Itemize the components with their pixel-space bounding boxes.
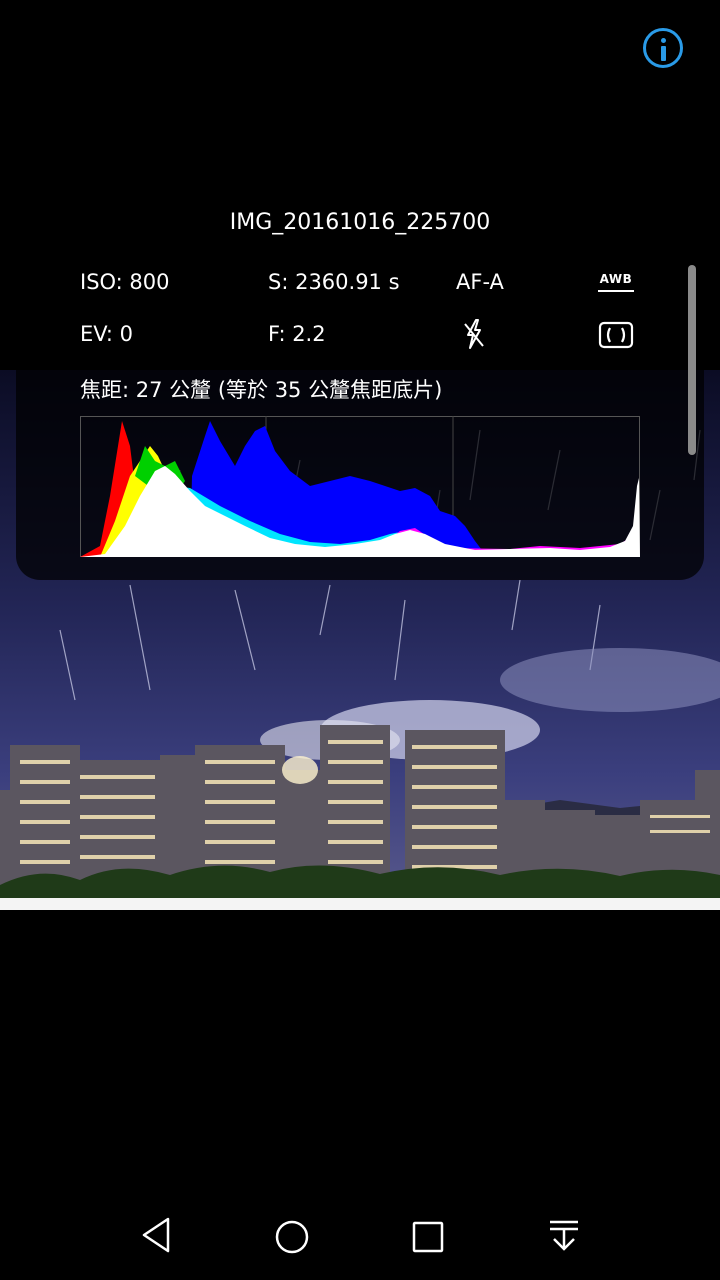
metering-icon xyxy=(598,321,634,349)
scrollbar[interactable] xyxy=(688,265,696,455)
aperture-value: F: 2.2 xyxy=(268,322,326,346)
home-button[interactable] xyxy=(272,1215,312,1259)
back-button[interactable] xyxy=(138,1215,174,1259)
info-button[interactable] xyxy=(643,28,683,68)
notification-pulldown-button[interactable] xyxy=(546,1215,582,1259)
focal-length-value: 焦距: 27 公釐 (等於 35 公釐焦距底片) xyxy=(80,378,443,402)
recents-button[interactable] xyxy=(410,1215,446,1259)
notification-pulldown-icon xyxy=(550,1220,578,1251)
focus-mode-value: AF-A xyxy=(456,270,504,294)
flash-off-icon xyxy=(462,318,486,350)
awb-icon: AWB xyxy=(598,272,634,296)
iso-value: ISO: 800 xyxy=(80,270,170,294)
ev-value: EV: 0 xyxy=(80,322,134,346)
recents-icon xyxy=(412,1221,444,1253)
file-name: IMG_20161016_225700 xyxy=(229,210,491,235)
home-icon xyxy=(275,1220,309,1254)
histogram xyxy=(80,416,640,557)
info-icon xyxy=(661,38,666,43)
shutter-value: S: 2360.91 s xyxy=(268,270,400,294)
back-icon xyxy=(142,1217,170,1253)
